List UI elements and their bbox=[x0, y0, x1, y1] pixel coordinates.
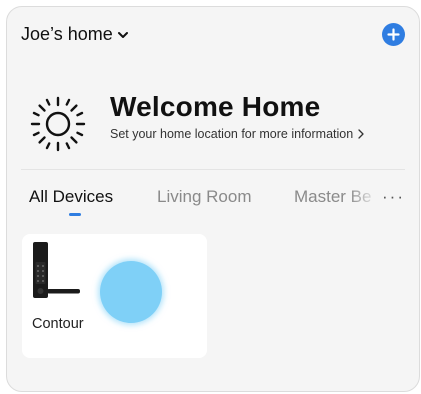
header: Joe’s home bbox=[7, 7, 419, 63]
home-selector[interactable]: Joe’s home bbox=[21, 24, 129, 45]
tabs-fade bbox=[349, 187, 379, 211]
smart-lock-icon bbox=[33, 242, 80, 298]
divider bbox=[21, 169, 405, 170]
device-card[interactable]: Contour bbox=[22, 234, 207, 358]
set-location-link[interactable]: Set your home location for more informat… bbox=[110, 127, 365, 141]
home-panel: Joe’s home Welcome Home Set your home lo… bbox=[6, 6, 420, 392]
device-name: Contour bbox=[32, 316, 84, 332]
chevron-down-icon bbox=[117, 31, 128, 38]
plus-icon bbox=[387, 28, 400, 41]
room-tabs: All Devices Living Room Master Be ··· bbox=[7, 187, 419, 227]
welcome-subtitle: Set your home location for more informat… bbox=[110, 127, 354, 141]
add-device-button[interactable] bbox=[382, 23, 405, 46]
welcome-banner: Welcome Home Set your home location for … bbox=[7, 85, 419, 155]
tab-living-room[interactable]: Living Room bbox=[157, 187, 252, 207]
touch-indicator bbox=[100, 261, 162, 323]
chevron-right-icon bbox=[358, 129, 364, 139]
active-tab-indicator bbox=[69, 213, 81, 216]
sun-icon bbox=[30, 96, 86, 152]
welcome-title: Welcome Home bbox=[110, 91, 321, 122]
tab-all-devices[interactable]: All Devices bbox=[29, 187, 113, 207]
home-name: Joe’s home bbox=[21, 24, 113, 44]
more-tabs-button[interactable]: ··· bbox=[382, 187, 405, 207]
